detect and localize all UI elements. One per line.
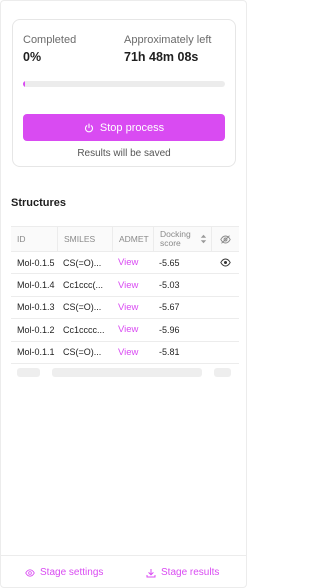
docking-score: -5.03 [159,280,180,291]
admet-view-link[interactable]: View [118,302,138,313]
structure-id: Mol-0.1.1 [17,347,55,358]
time-left-value: 71h 48m 08s [124,50,199,64]
stage-settings-label: Stage settings [40,567,104,578]
docking-score: -5.81 [159,347,180,358]
stop-process-label: Stop process [99,121,165,134]
stage-footer: Stage settings Stage results [1,555,246,587]
save-note: Results will be saved [77,148,171,159]
structure-smiles: CS(=O)... [63,302,102,313]
admet-view-link[interactable]: View [118,324,138,335]
admet-view-link[interactable]: View [118,347,138,358]
column-header-smiles[interactable]: SMILES [57,227,112,251]
download-icon [146,568,156,577]
structures-table: ID SMILES ADMET Docking score Mol-0.1.5 … [11,226,239,364]
structure-smiles: Cc1ccc(... [63,280,104,291]
admet-cell: View [112,347,153,358]
eye-icon [25,568,35,577]
structure-id: Mol-0.1.4 [17,280,55,291]
completed-label: Completed [23,34,77,46]
admet-cell: View [112,324,153,335]
sort-icon[interactable] [200,234,207,244]
column-header-id[interactable]: ID [11,227,57,251]
docking-score-label: Docking score [160,230,191,248]
structure-id: Mol-0.1.5 [17,257,55,268]
stage-results-label: Stage results [161,567,220,578]
docking-score: -5.67 [159,302,180,313]
structure-id: Mol-0.1.2 [17,324,55,335]
progress-card: Completed 0% Approximately left 71h 48m … [12,19,236,167]
time-left-label: Approximately left [124,34,212,46]
table-row[interactable]: Mol-0.1.2 Cc1cccc... View -5.96 [11,319,239,342]
visibility-toggle[interactable] [211,258,239,267]
docking-score-line2: score [160,238,181,248]
docking-score: -5.65 [159,257,180,268]
stage-panel: Completed 0% Approximately left 71h 48m … [0,0,247,588]
loading-placeholder [214,368,231,377]
power-icon [84,122,93,132]
table-row[interactable]: Mol-0.1.1 CS(=O)... View -5.81 [11,342,239,364]
structure-smiles: Cc1cccc... [63,324,105,335]
table-row[interactable]: Mol-0.1.3 CS(=O)... View -5.67 [11,297,239,320]
eye-off-icon[interactable] [220,234,231,244]
table-row[interactable]: Mol-0.1.5 CS(=O)... View -5.65 [11,252,239,275]
structure-id: Mol-0.1.3 [17,302,55,313]
table-body: Mol-0.1.5 CS(=O)... View -5.65 Mol-0.1.4 Cc1c… [11,252,239,364]
progress-bar [23,81,225,87]
loading-placeholder [52,368,202,377]
structure-smiles: CS(=O)... [63,347,102,358]
structures-title: Structures [11,197,67,209]
column-header-visibility[interactable] [211,227,239,251]
admet-view-link[interactable]: View [118,280,138,291]
eye-icon[interactable] [219,258,231,267]
admet-view-link[interactable]: View [118,257,138,268]
table-row[interactable]: Mol-0.1.4 Cc1ccc(... View -5.03 [11,274,239,297]
loading-placeholder [17,368,40,377]
admet-cell: View [112,280,153,291]
completed-value: 0% [23,50,42,64]
structure-smiles: CS(=O)... [63,257,102,268]
table-header: ID SMILES ADMET Docking score [11,227,239,252]
admet-cell: View [112,302,153,313]
docking-score: -5.96 [159,324,180,335]
admet-cell: View [112,257,153,268]
stop-process-button[interactable]: Stop process [23,114,225,141]
stage-results-button[interactable]: Stage results [146,567,219,578]
column-header-admet[interactable]: ADMET [112,227,153,251]
column-header-docking-score[interactable]: Docking score [153,227,211,251]
stage-settings-button[interactable]: Stage settings [25,567,103,578]
progress-bar-fill [23,81,26,87]
